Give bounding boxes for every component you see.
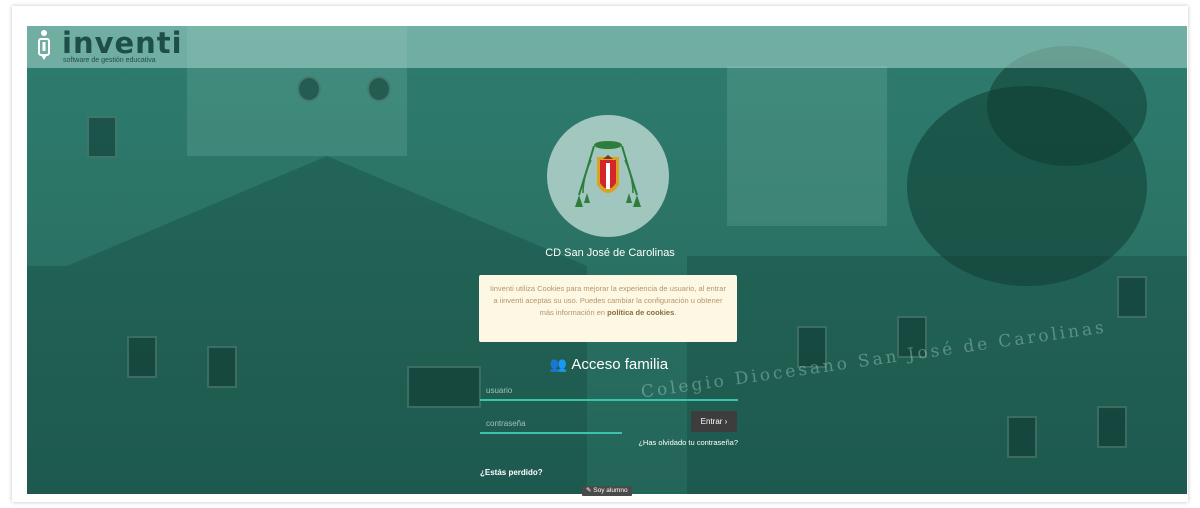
coat-of-arms-icon bbox=[575, 141, 641, 207]
brand-tagline: software de gestión educativa bbox=[63, 57, 156, 64]
cookie-notice: Iinventi utiliza Cookies para mejorar la… bbox=[479, 275, 737, 342]
student-access-button[interactable]: ✎ Soy alumno bbox=[582, 486, 632, 496]
brand-logo: inventi bbox=[62, 26, 183, 60]
login-title-text: Acceso familia bbox=[571, 356, 669, 373]
login-button-label: Entrar bbox=[700, 417, 723, 426]
student-icon: ✎ bbox=[586, 487, 592, 494]
window bbox=[367, 76, 391, 102]
header-bar bbox=[27, 26, 1187, 68]
chevron-right-icon: › bbox=[724, 417, 728, 426]
building-back bbox=[727, 66, 887, 226]
cookie-notice-end: . bbox=[674, 308, 677, 317]
lost-heading: ¿Estás perdido? bbox=[480, 468, 543, 477]
window bbox=[1097, 406, 1127, 448]
users-icon: 👥 bbox=[549, 356, 568, 372]
pencil-logo-icon bbox=[38, 30, 50, 60]
school-name: CD San José de Carolinas bbox=[545, 247, 675, 259]
window bbox=[1117, 276, 1147, 318]
window bbox=[87, 116, 117, 158]
cookie-policy-link[interactable]: política de cookies bbox=[607, 308, 674, 317]
forgot-password-link[interactable]: ¿Has olvidado tu contraseña? bbox=[560, 438, 738, 447]
login-button[interactable]: Entrar › bbox=[691, 411, 737, 432]
username-input[interactable] bbox=[480, 381, 738, 401]
password-input[interactable] bbox=[480, 414, 622, 434]
window bbox=[407, 366, 481, 408]
window bbox=[297, 76, 321, 102]
window bbox=[127, 336, 157, 378]
window bbox=[1007, 416, 1037, 458]
school-crest bbox=[547, 115, 669, 237]
window bbox=[207, 346, 237, 388]
student-access-label: Soy alumno bbox=[593, 487, 628, 494]
login-title: 👥 Acceso familia bbox=[480, 356, 738, 373]
